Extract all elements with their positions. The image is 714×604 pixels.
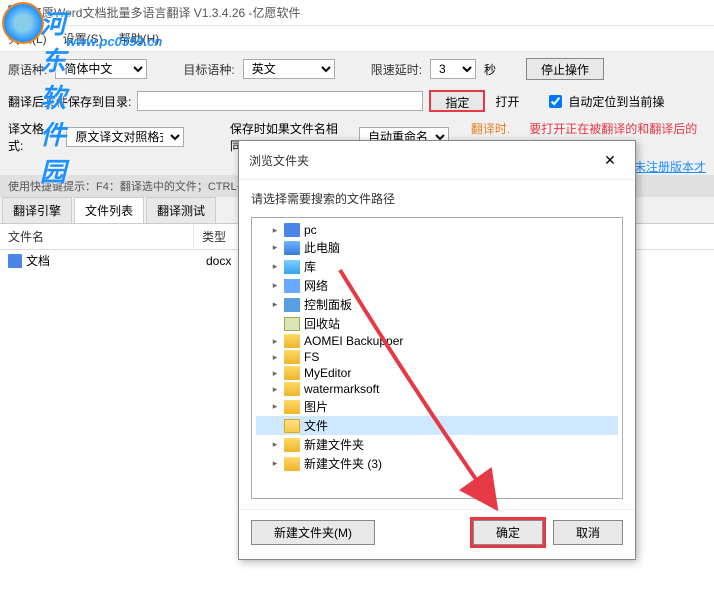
save-path-label: 翻译后文件保存到目录: <box>8 93 131 110</box>
lib-icon <box>284 260 300 274</box>
tree-item[interactable]: ▸库 <box>256 257 618 276</box>
ctrl-icon <box>284 298 300 312</box>
dialog-titlebar: 浏览文件夹 ✕ <box>239 141 635 180</box>
delay-label: 限速延时: <box>371 61 422 78</box>
tree-item-label: 新建文件夹 <box>304 436 364 453</box>
tree-item[interactable]: ▸ 新建文件夹 (3) <box>256 454 618 473</box>
tree-item-label: 库 <box>304 258 316 275</box>
tree-item[interactable]: 文件 <box>256 416 618 435</box>
browse-folder-dialog: 浏览文件夹 ✕ 请选择需要搜索的文件路径 ▸pc▸此电脑▸库▸网络▸控制面板回收… <box>238 140 636 560</box>
toolbar-row1: 原语种: 简体中文 目标语种: 英文 限速延时: 3 秒 停止操作 <box>0 52 714 86</box>
toolbar-row2: 翻译后文件保存到目录: 指定 打开 自动定位到当前操 <box>0 86 714 116</box>
tree-item[interactable]: ▸ AOMEI Backupper <box>256 333 618 349</box>
folder-icon <box>284 382 300 396</box>
tree-item-label: 图片 <box>304 398 328 415</box>
stop-button[interactable]: 停止操作 <box>526 58 604 80</box>
save-path-input[interactable] <box>137 91 423 111</box>
folder-tree[interactable]: ▸pc▸此电脑▸库▸网络▸控制面板回收站▸AOMEI Backupper▸FS▸… <box>251 217 623 499</box>
folder-icon <box>284 438 300 452</box>
file-type: docx <box>206 254 231 268</box>
tree-item[interactable]: ▸ watermarksoft <box>256 381 618 397</box>
expand-icon[interactable]: ▸ <box>270 299 280 310</box>
format-label: 译文格式: <box>8 120 58 154</box>
ok-button[interactable]: 确定 <box>473 520 543 545</box>
tree-item[interactable]: ▸ 图片 <box>256 397 618 416</box>
tree-item-label: 此电脑 <box>304 239 340 256</box>
tab-test[interactable]: 翻译测试 <box>146 197 216 223</box>
expand-icon[interactable]: ▸ <box>270 225 280 236</box>
menu-bar: 列表(L) 设置(S) 帮助(H) <box>0 26 714 52</box>
window-title: 亿愿Word文档批量多语言翻译 V1.3.4.26 -亿愿软件 <box>30 4 301 21</box>
folder-icon <box>284 366 300 380</box>
expand-icon[interactable]: ▸ <box>270 352 280 363</box>
expand-icon[interactable]: ▸ <box>270 261 280 272</box>
col-filename[interactable]: 文件名 <box>0 224 194 249</box>
expand-icon[interactable]: ▸ <box>270 368 280 379</box>
tree-item[interactable]: ▸ 此电脑 <box>256 238 618 257</box>
tgt-lang-label: 目标语种: <box>183 61 234 78</box>
tree-item[interactable]: ▸ 新建文件夹 <box>256 435 618 454</box>
tab-engine[interactable]: 翻译引擎 <box>2 197 72 223</box>
expand-icon[interactable]: ▸ <box>270 336 280 347</box>
delay-unit: 秒 <box>484 61 496 78</box>
tree-item-label: pc <box>304 223 317 237</box>
tree-item[interactable]: ▸ 网络 <box>256 276 618 295</box>
folder-icon <box>284 350 300 364</box>
menu-view[interactable]: 列表(L) <box>8 30 47 47</box>
tgt-lang-select[interactable]: 英文 <box>243 59 335 79</box>
word-file-icon <box>8 254 22 268</box>
tree-item-label: MyEditor <box>304 366 351 380</box>
open-link[interactable]: 打开 <box>495 93 519 110</box>
tree-item-label: watermarksoft <box>304 382 379 396</box>
select-folder-button[interactable]: 指定 <box>429 90 485 112</box>
folder-icon <box>284 457 300 471</box>
folder-icon <box>284 400 300 414</box>
format-select[interactable]: 原文译文对照格式 <box>66 127 184 147</box>
drive-icon <box>284 241 300 255</box>
tree-item-label: 回收站 <box>304 315 340 332</box>
app-icon: W <box>8 5 24 21</box>
tree-item-label: AOMEI Backupper <box>304 334 403 348</box>
dialog-title: 浏览文件夹 <box>249 152 309 169</box>
close-icon[interactable]: ✕ <box>595 149 625 171</box>
recycle-icon <box>284 317 300 331</box>
dialog-label: 请选择需要搜索的文件路径 <box>251 190 623 207</box>
menu-settings[interactable]: 设置(S) <box>63 30 103 47</box>
tree-item[interactable]: ▸ FS <box>256 349 618 365</box>
expand-icon[interactable]: ▸ <box>270 242 280 253</box>
tab-files[interactable]: 文件列表 <box>74 197 144 223</box>
expand-icon[interactable]: ▸ <box>270 439 280 450</box>
tree-item-label: 控制面板 <box>304 296 352 313</box>
auto-locate-label: 自动定位到当前操 <box>568 93 664 110</box>
src-lang-select[interactable]: 简体中文 <box>55 59 147 79</box>
expand-icon[interactable]: ▸ <box>270 280 280 291</box>
tree-item[interactable]: ▸ pc <box>256 222 618 238</box>
net-icon <box>284 279 300 293</box>
tree-item[interactable]: ▸ 控制面板 <box>256 295 618 314</box>
delay-select[interactable]: 3 <box>430 59 476 79</box>
folder-open-icon <box>284 419 300 433</box>
dialog-footer: 新建文件夹(M) 确定 取消 <box>239 509 635 555</box>
expand-icon[interactable]: ▸ <box>270 401 280 412</box>
tree-item-label: 新建文件夹 (3) <box>304 455 382 472</box>
tree-item[interactable]: 回收站 <box>256 314 618 333</box>
tree-item-label: 网络 <box>304 277 328 294</box>
src-lang-label: 原语种: <box>8 61 47 78</box>
new-folder-button[interactable]: 新建文件夹(M) <box>251 520 375 545</box>
tree-item[interactable]: ▸ MyEditor <box>256 365 618 381</box>
window-titlebar: W 亿愿Word文档批量多语言翻译 V1.3.4.26 -亿愿软件 <box>0 0 714 26</box>
unregistered-link[interactable]: 未注册版本才 <box>634 160 706 174</box>
expand-icon[interactable]: ▸ <box>270 384 280 395</box>
col-type[interactable]: 类型 <box>194 224 244 249</box>
menu-help[interactable]: 帮助(H) <box>119 30 160 47</box>
file-name: 文档 <box>26 252 202 269</box>
tree-item-label: 文件 <box>304 417 328 434</box>
expand-icon[interactable]: ▸ <box>270 458 280 469</box>
tree-item-label: FS <box>304 350 319 364</box>
cancel-button[interactable]: 取消 <box>553 520 623 545</box>
folder-icon <box>284 334 300 348</box>
pc-icon <box>284 223 300 237</box>
auto-locate-checkbox[interactable] <box>549 95 562 108</box>
